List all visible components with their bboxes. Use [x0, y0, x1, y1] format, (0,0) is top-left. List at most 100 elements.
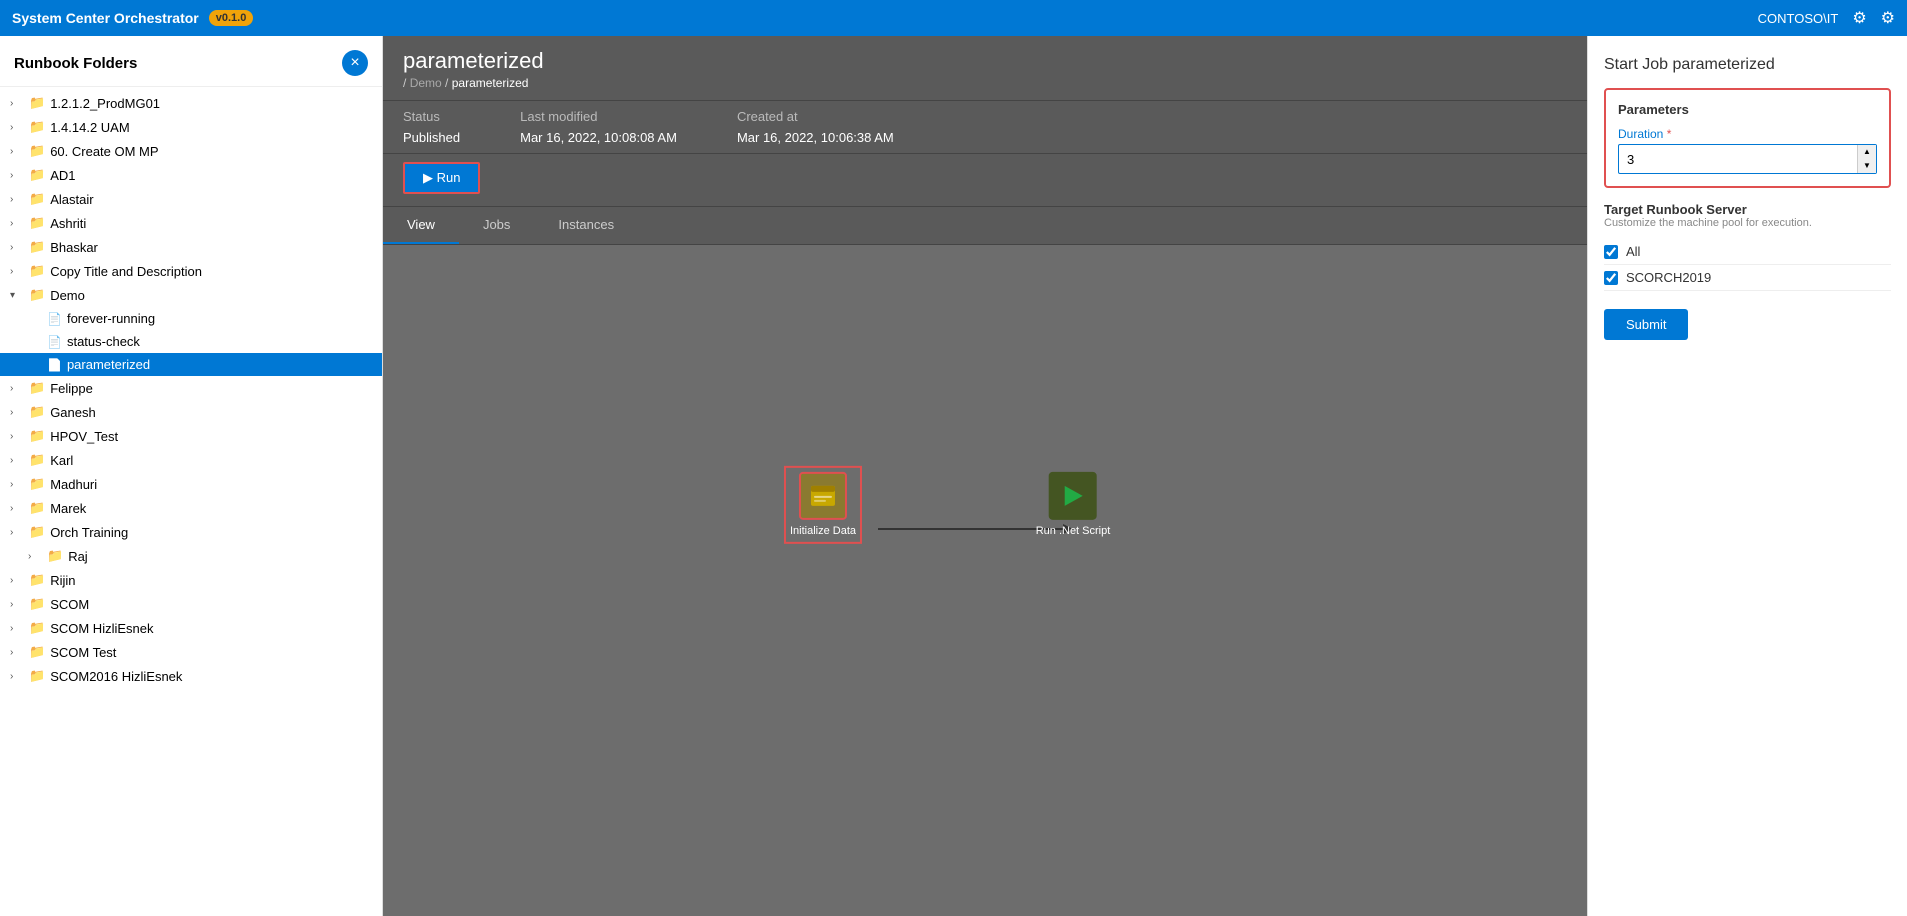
canvas-area: Initialize Data Run .Net Script — [383, 245, 1587, 916]
sidebar-item-item-statuscheck[interactable]: 📄status-check — [0, 330, 382, 353]
sidebar-item-item-ganesh[interactable]: ›📁Ganesh — [0, 400, 382, 424]
folder-icon: 📁 — [29, 215, 45, 231]
sidebar-item-label: Demo — [50, 288, 85, 303]
folder-icon: 📁 — [29, 239, 45, 255]
topbar: System Center Orchestrator v0.1.0 CONTOS… — [0, 0, 1907, 36]
chevron-icon: › — [28, 551, 42, 562]
wf-node-run-net-script[interactable]: Run .Net Script — [1036, 472, 1111, 538]
sidebar: Runbook Folders × ›📁1.2.1.2_ProdMG01›📁1.… — [0, 36, 383, 916]
tab-jobs[interactable]: Jobs — [459, 207, 534, 244]
created-at-value: Mar 16, 2022, 10:06:38 AM — [737, 130, 894, 145]
folder-icon: 📁 — [29, 263, 45, 279]
sidebar-item-item-hpov[interactable]: ›📁HPOV_Test — [0, 424, 382, 448]
sidebar-item-item-scom2016[interactable]: ›📁SCOM2016 HizliEsnek — [0, 664, 382, 688]
checkbox-scorch-row: SCORCH2019 — [1604, 265, 1891, 291]
sidebar-item-item-marek[interactable]: ›📁Marek — [0, 496, 382, 520]
breadcrumb-demo[interactable]: Demo — [410, 76, 442, 90]
sidebar-item-item-ashriti[interactable]: ›📁Ashriti — [0, 211, 382, 235]
folder-icon: 📁 — [29, 404, 45, 420]
sidebar-item-item-scomtest[interactable]: ›📁SCOM Test — [0, 640, 382, 664]
chevron-icon: › — [10, 479, 24, 490]
gear-icon[interactable]: ⚙ — [1881, 8, 1895, 28]
sidebar-item-label: SCOM HizliEsnek — [50, 621, 153, 636]
sidebar-item-item-orchtraining[interactable]: › 📁 Orch Training — [0, 520, 382, 544]
parameters-section: Parameters Duration * ▲ ▼ — [1604, 88, 1891, 188]
chevron-icon: › — [10, 623, 24, 634]
folder-icon: 📁 — [29, 191, 45, 207]
sidebar-item-item-bhaskar[interactable]: ›📁Bhaskar — [0, 235, 382, 259]
wf-node-init-data[interactable]: Initialize Data — [790, 472, 856, 538]
panel-title: Start Job parameterized — [1604, 56, 1891, 74]
breadcrumb-sep1: / — [403, 76, 406, 90]
folder-icon: 📁 — [29, 380, 45, 396]
sidebar-item-item-copytitle[interactable]: ›📁Copy Title and Description — [0, 259, 382, 283]
folder-icon: 📁 — [29, 572, 45, 588]
meta-created: Created at Mar 16, 2022, 10:06:38 AM — [737, 109, 894, 145]
sidebar-item-label: AD1 — [50, 168, 75, 183]
sidebar-item-item-alastair[interactable]: ›📁Alastair — [0, 187, 382, 211]
sidebar-item-label: Copy Title and Description — [50, 264, 202, 279]
sidebar-item-item-rijin[interactable]: ›📁Rijin — [0, 568, 382, 592]
topbar-left: System Center Orchestrator v0.1.0 — [12, 10, 253, 26]
sidebar-item-label: Bhaskar — [50, 240, 98, 255]
duration-input[interactable] — [1619, 147, 1857, 172]
chevron-icon: › — [10, 455, 24, 466]
duration-label: Duration * — [1618, 127, 1877, 141]
sidebar-item-label: parameterized — [67, 357, 150, 372]
main-header: parameterized / Demo / parameterized — [383, 36, 1587, 101]
meta-modified: Last modified Mar 16, 2022, 10:08:08 AM — [520, 109, 677, 145]
meta-status: Status Published — [403, 109, 460, 145]
sidebar-item-label: 1.4.14.2 UAM — [50, 120, 130, 135]
right-panel: Start Job parameterized Parameters Durat… — [1587, 36, 1907, 916]
checkbox-all-label: All — [1626, 244, 1640, 259]
submit-button[interactable]: Submit — [1604, 309, 1688, 340]
chevron-icon: › — [10, 527, 24, 538]
sidebar-item-label: Raj — [68, 549, 88, 564]
folder-icon: 📁 — [29, 644, 45, 660]
folder-icon: 📁 — [29, 524, 45, 540]
workflow-arrow — [383, 245, 1587, 916]
sidebar-item-item-scomhizli[interactable]: ›📁SCOM HizliEsnek — [0, 616, 382, 640]
sidebar-item-item-60[interactable]: ›📁60. Create OM MP — [0, 139, 382, 163]
sidebar-item-item-madhuri[interactable]: ›📁Madhuri — [0, 472, 382, 496]
tab-view[interactable]: View — [383, 207, 459, 244]
run-bar: ▶ Run — [383, 154, 1587, 207]
runbook-title: parameterized — [403, 48, 1567, 74]
last-modified-value: Mar 16, 2022, 10:08:08 AM — [520, 130, 677, 145]
sidebar-close-button[interactable]: × — [342, 50, 368, 76]
topbar-right: CONTOSO\IT ⚙ ⚙ — [1758, 8, 1895, 28]
sidebar-item-item-ad1[interactable]: ›📁AD1 — [0, 163, 382, 187]
sidebar-item-item-1414[interactable]: ›📁1.4.14.2 UAM — [0, 115, 382, 139]
node-label-run-net-script: Run .Net Script — [1036, 524, 1111, 538]
sidebar-item-item-1212[interactable]: ›📁1.2.1.2_ProdMG01 — [0, 91, 382, 115]
duration-increment[interactable]: ▲ — [1858, 145, 1876, 159]
tab-instances[interactable]: Instances — [534, 207, 638, 244]
target-section-label: Target Runbook Server — [1604, 202, 1891, 217]
sidebar-item-item-scom[interactable]: ›📁SCOM — [0, 592, 382, 616]
chevron-icon: › — [10, 671, 24, 682]
sidebar-item-item-felippe[interactable]: ›📁Felippe — [0, 376, 382, 400]
duration-field: Duration * ▲ ▼ — [1618, 127, 1877, 174]
checkbox-scorch[interactable] — [1604, 271, 1618, 285]
params-section-label: Parameters — [1618, 102, 1877, 117]
settings-icon[interactable]: ⚙ — [1852, 8, 1866, 28]
checkbox-all[interactable] — [1604, 245, 1618, 259]
sidebar-item-item-karl[interactable]: ›📁Karl — [0, 448, 382, 472]
duration-decrement[interactable]: ▼ — [1858, 159, 1876, 173]
folder-icon: 📁 — [29, 167, 45, 183]
sidebar-item-item-forever[interactable]: 📄forever-running — [0, 307, 382, 330]
sidebar-item-label: Ashriti — [50, 216, 86, 231]
folder-icon: 📁 — [29, 287, 45, 303]
sidebar-item-item-demo[interactable]: ▾📁Demo — [0, 283, 382, 307]
sidebar-item-item-raj[interactable]: ›📁Raj — [0, 544, 382, 568]
chevron-icon: › — [10, 194, 24, 205]
app-title: System Center Orchestrator — [12, 10, 199, 26]
chevron-icon: › — [10, 383, 24, 394]
sidebar-item-item-parameterized[interactable]: 📄 parameterized — [0, 353, 382, 376]
sidebar-item-label: Orch Training — [50, 525, 128, 540]
file-icon: 📄 — [47, 358, 62, 372]
sidebar-item-label: Madhuri — [50, 477, 97, 492]
sidebar-item-label: SCOM — [50, 597, 89, 612]
file-icon: 📄 — [47, 312, 62, 326]
run-button[interactable]: ▶ Run — [403, 162, 480, 194]
